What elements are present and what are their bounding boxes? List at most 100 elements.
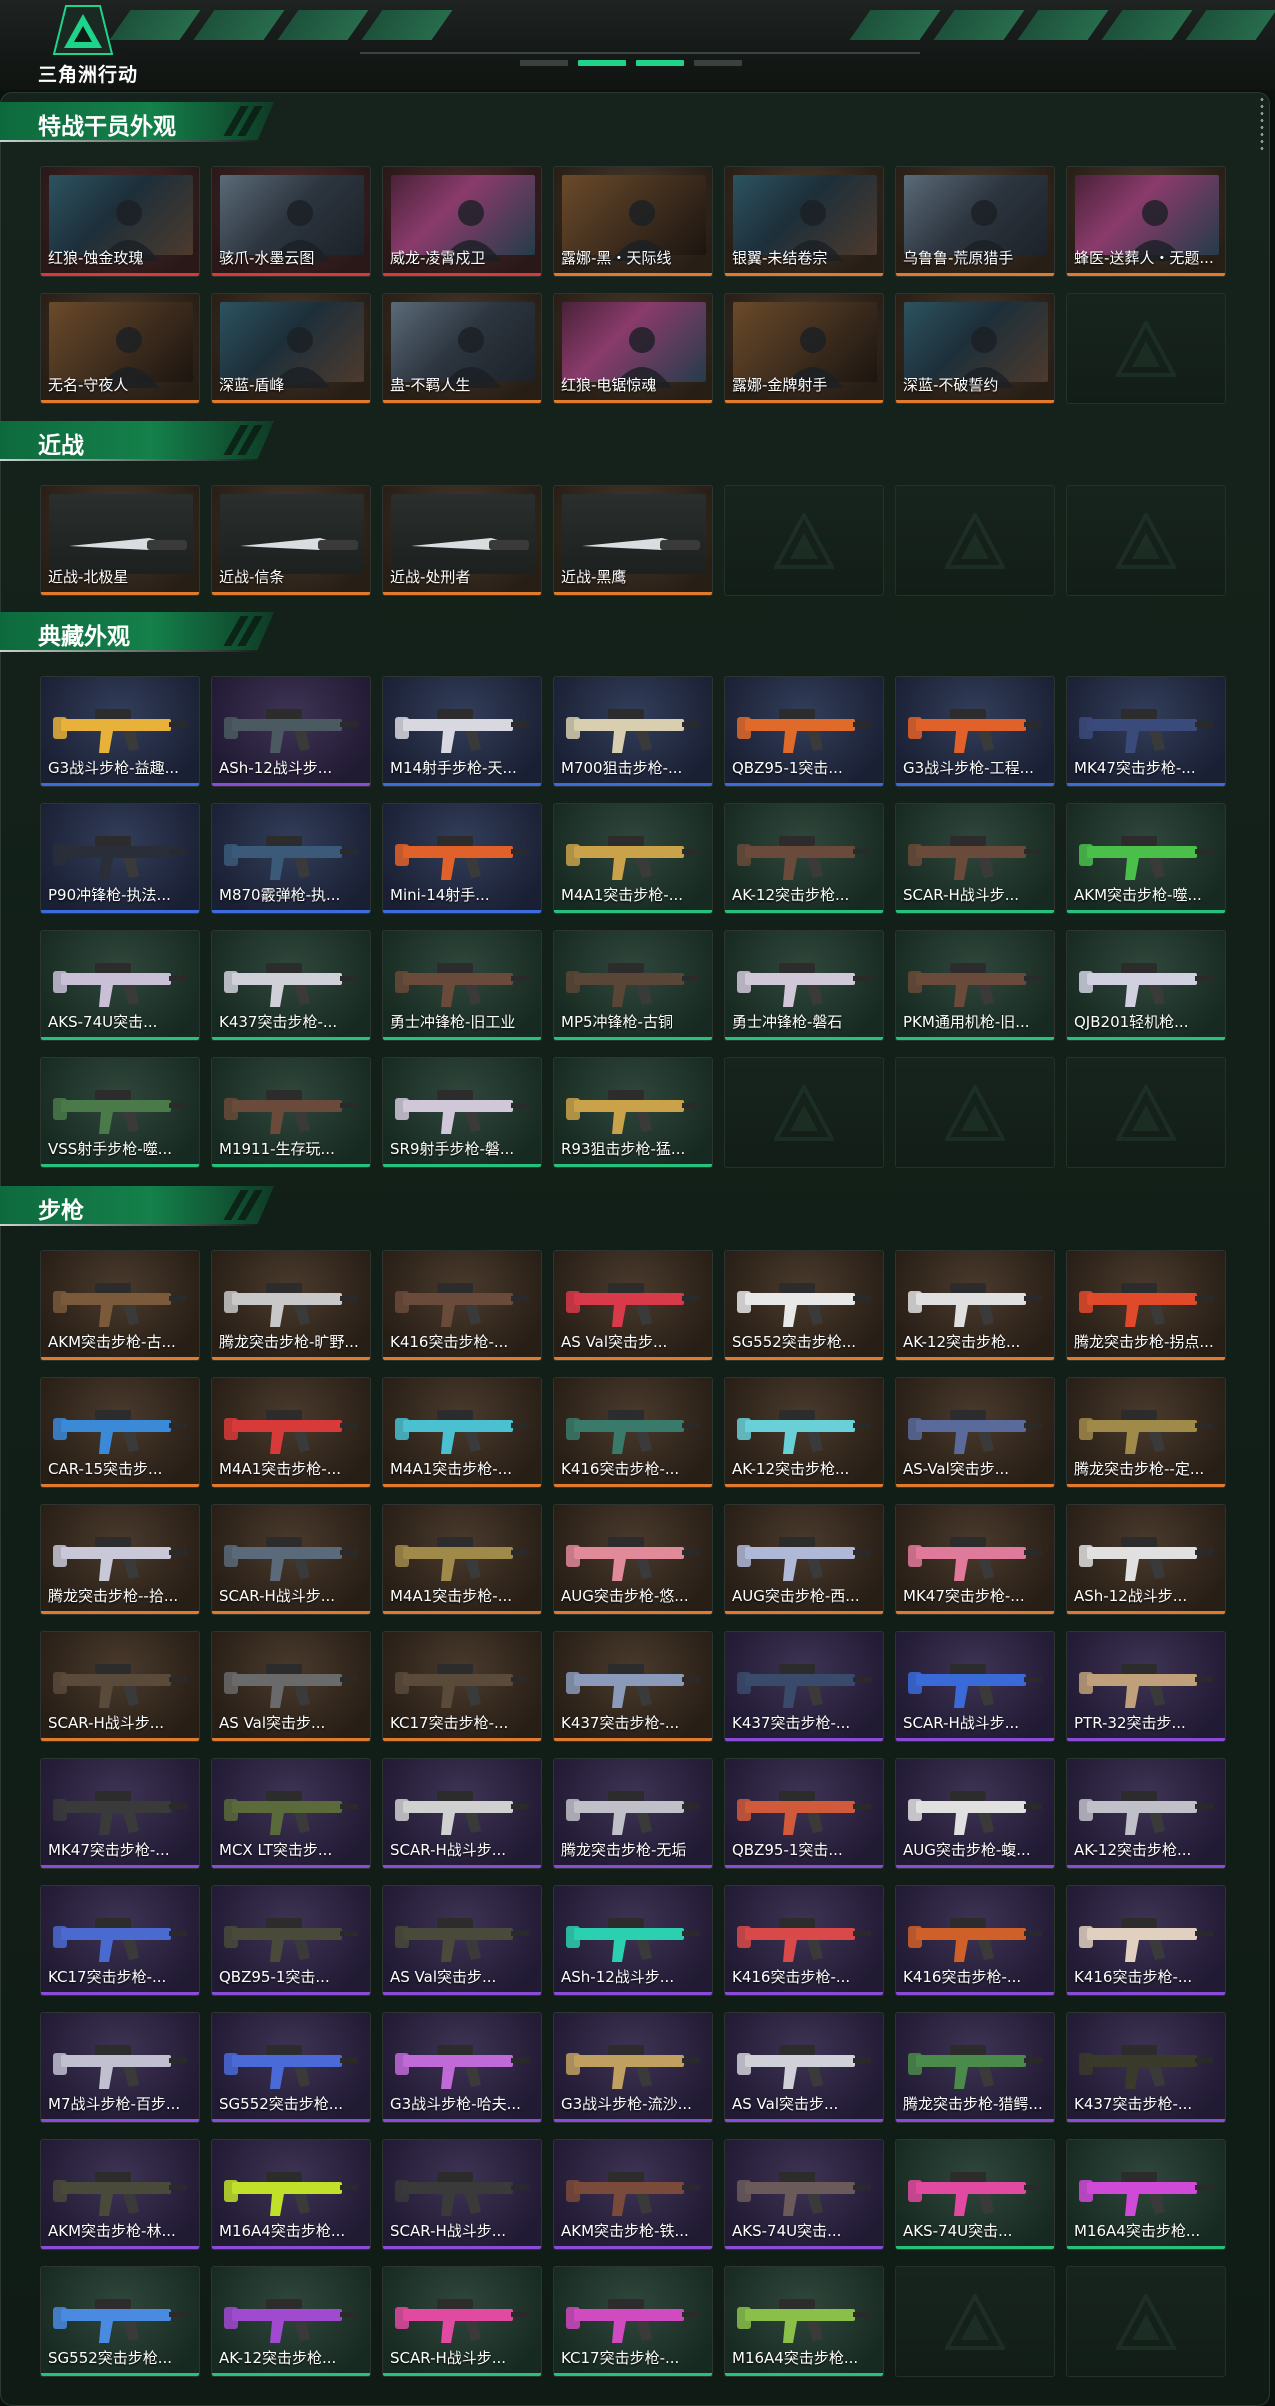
- skin-card[interactable]: P90冲锋枪-执法...: [40, 803, 200, 914]
- skin-card[interactable]: M4A1突击步枪-...: [553, 803, 713, 914]
- skin-card[interactable]: SR9射手步枪-磐...: [382, 1057, 542, 1168]
- skin-card[interactable]: G3战斗步枪-哈夫...: [382, 2012, 542, 2123]
- skin-card[interactable]: AKM突击步枪-铁...: [553, 2139, 713, 2250]
- skin-card[interactable]: K416突击步枪-...: [382, 1250, 542, 1361]
- skin-card[interactable]: AS-Val突击步...: [895, 1377, 1055, 1488]
- skin-card[interactable]: SCAR-H战斗步...: [382, 2266, 542, 2377]
- skin-card[interactable]: SG552突击步枪...: [724, 1250, 884, 1361]
- skin-card[interactable]: ASh-12战斗步...: [1066, 1504, 1226, 1615]
- skin-card[interactable]: 无名-守夜人: [40, 293, 200, 404]
- skin-card[interactable]: M4A1突击步枪-...: [382, 1504, 542, 1615]
- skin-card[interactable]: 腾龙突击步枪-拐点...: [1066, 1250, 1226, 1361]
- skin-card[interactable]: 腾龙突击步枪-无垢: [553, 1758, 713, 1869]
- skin-card[interactable]: QJB201轻机枪...: [1066, 930, 1226, 1041]
- skin-card[interactable]: 近战-北极星: [40, 485, 200, 596]
- skin-card[interactable]: 露娜-金牌射手: [724, 293, 884, 404]
- skin-card[interactable]: 露娜-黑・天际线: [553, 166, 713, 277]
- skin-card[interactable]: AKS-74U突击...: [40, 930, 200, 1041]
- skin-card[interactable]: VSS射手步枪-噬...: [40, 1057, 200, 1168]
- skin-card[interactable]: AKS-74U突击...: [895, 2139, 1055, 2250]
- skin-card[interactable]: 近战-处刑者: [382, 485, 542, 596]
- scrollbar-handle[interactable]: [1259, 96, 1265, 150]
- skin-card[interactable]: K437突击步枪-...: [1066, 2012, 1226, 2123]
- skin-card[interactable]: KC17突击步枪-...: [40, 1885, 200, 1996]
- skin-card[interactable]: AK-12突击步枪...: [724, 803, 884, 914]
- skin-card[interactable]: AK-12突击步枪...: [724, 1377, 884, 1488]
- skin-card[interactable]: M16A4突击步枪...: [1066, 2139, 1226, 2250]
- skin-card[interactable]: G3战斗步枪-流沙...: [553, 2012, 713, 2123]
- skin-card[interactable]: AK-12突击步枪...: [1066, 1758, 1226, 1869]
- skin-card[interactable]: M870霰弹枪-执...: [211, 803, 371, 914]
- skin-card[interactable]: ASh-12战斗步...: [553, 1885, 713, 1996]
- skin-card[interactable]: Mini-14射手...: [382, 803, 542, 914]
- skin-card[interactable]: 近战-黑鹰: [553, 485, 713, 596]
- skin-card[interactable]: K416突击步枪-...: [895, 1885, 1055, 1996]
- skin-card[interactable]: AS Val突击步...: [382, 1885, 542, 1996]
- skin-card[interactable]: AK-12突击步枪...: [895, 1250, 1055, 1361]
- skin-card[interactable]: G3战斗步枪-益趣...: [40, 676, 200, 787]
- skin-card[interactable]: CAR-15突击步...: [40, 1377, 200, 1488]
- skin-card[interactable]: AK-12突击步枪...: [211, 2266, 371, 2377]
- skin-card[interactable]: MCX LT突击步...: [211, 1758, 371, 1869]
- skin-card[interactable]: 红狼-蚀金玫瑰: [40, 166, 200, 277]
- skin-card[interactable]: 深蓝-盾峰: [211, 293, 371, 404]
- skin-card[interactable]: M4A1突击步枪-...: [382, 1377, 542, 1488]
- skin-card[interactable]: MK47突击步枪-...: [895, 1504, 1055, 1615]
- skin-card[interactable]: R93狙击步枪-猛...: [553, 1057, 713, 1168]
- skin-card[interactable]: G3战斗步枪-工程...: [895, 676, 1055, 787]
- skin-card[interactable]: AKM突击步枪-噬...: [1066, 803, 1226, 914]
- skin-card[interactable]: 勇士冲锋枪-磐石: [724, 930, 884, 1041]
- skin-card[interactable]: 深蓝-不破誓约: [895, 293, 1055, 404]
- skin-card[interactable]: SCAR-H战斗步...: [895, 1631, 1055, 1742]
- skin-card[interactable]: 威龙-凌霄戍卫: [382, 166, 542, 277]
- skin-card[interactable]: SCAR-H战斗步...: [382, 2139, 542, 2250]
- skin-card[interactable]: QBZ95-1突击...: [724, 1758, 884, 1869]
- skin-card[interactable]: MK47突击步枪-...: [40, 1758, 200, 1869]
- skin-card[interactable]: M16A4突击步枪...: [211, 2139, 371, 2250]
- skin-card[interactable]: SG552突击步枪...: [40, 2266, 200, 2377]
- skin-card[interactable]: 银翼-未结卷宗: [724, 166, 884, 277]
- skin-card[interactable]: 蛊-不羁人生: [382, 293, 542, 404]
- skin-card[interactable]: 乌鲁鲁-荒原猎手: [895, 166, 1055, 277]
- skin-card[interactable]: 腾龙突击步枪-旷野...: [211, 1250, 371, 1361]
- skin-card[interactable]: K437突击步枪-...: [553, 1631, 713, 1742]
- skin-card[interactable]: 腾龙突击步枪--定...: [1066, 1377, 1226, 1488]
- skin-card[interactable]: 勇士冲锋枪-旧工业: [382, 930, 542, 1041]
- skin-card[interactable]: AUG突击步枪-蝮...: [895, 1758, 1055, 1869]
- skin-card[interactable]: SG552突击步枪...: [211, 2012, 371, 2123]
- skin-card[interactable]: 红狼-电锯惊魂: [553, 293, 713, 404]
- skin-card[interactable]: ASh-12战斗步...: [211, 676, 371, 787]
- skin-card[interactable]: AS Val突击步...: [553, 1250, 713, 1361]
- skin-card[interactable]: AKS-74U突击...: [724, 2139, 884, 2250]
- skin-card[interactable]: 骇爪-水墨云图: [211, 166, 371, 277]
- skin-card[interactable]: K437突击步枪-...: [211, 930, 371, 1041]
- skin-card[interactable]: AUG突击步枪-西...: [724, 1504, 884, 1615]
- skin-card[interactable]: M16A4突击步枪...: [724, 2266, 884, 2377]
- skin-card[interactable]: 蜂医-送葬人・无题...: [1066, 166, 1226, 277]
- skin-card[interactable]: 腾龙突击步枪-猎鳄...: [895, 2012, 1055, 2123]
- skin-card[interactable]: MK47突击步枪-...: [1066, 676, 1226, 787]
- skin-card[interactable]: M4A1突击步枪-...: [211, 1377, 371, 1488]
- skin-card[interactable]: M7战斗步枪-百步...: [40, 2012, 200, 2123]
- skin-card[interactable]: M1911-生存玩...: [211, 1057, 371, 1168]
- skin-card[interactable]: KC17突击步枪-...: [553, 2266, 713, 2377]
- skin-card[interactable]: KC17突击步枪-...: [382, 1631, 542, 1742]
- skin-card[interactable]: K416突击步枪-...: [724, 1885, 884, 1996]
- skin-card[interactable]: PKM通用机枪-旧...: [895, 930, 1055, 1041]
- skin-card[interactable]: 近战-信条: [211, 485, 371, 596]
- skin-card[interactable]: 腾龙突击步枪--拾...: [40, 1504, 200, 1615]
- skin-card[interactable]: K416突击步枪-...: [1066, 1885, 1226, 1996]
- skin-card[interactable]: AS Val突击步...: [724, 2012, 884, 2123]
- skin-card[interactable]: MP5冲锋枪-古铜: [553, 930, 713, 1041]
- skin-card[interactable]: AKM突击步枪-古...: [40, 1250, 200, 1361]
- skin-card[interactable]: SCAR-H战斗步...: [382, 1758, 542, 1869]
- skin-card[interactable]: AUG突击步枪-悠...: [553, 1504, 713, 1615]
- skin-card[interactable]: AS Val突击步...: [211, 1631, 371, 1742]
- skin-card[interactable]: M700狙击步枪-...: [553, 676, 713, 787]
- skin-card[interactable]: SCAR-H战斗步...: [895, 803, 1055, 914]
- skin-card[interactable]: K437突击步枪-...: [724, 1631, 884, 1742]
- skin-card[interactable]: K416突击步枪-...: [553, 1377, 713, 1488]
- skin-card[interactable]: QBZ95-1突击...: [211, 1885, 371, 1996]
- skin-card[interactable]: M14射手步枪-天...: [382, 676, 542, 787]
- skin-card[interactable]: SCAR-H战斗步...: [211, 1504, 371, 1615]
